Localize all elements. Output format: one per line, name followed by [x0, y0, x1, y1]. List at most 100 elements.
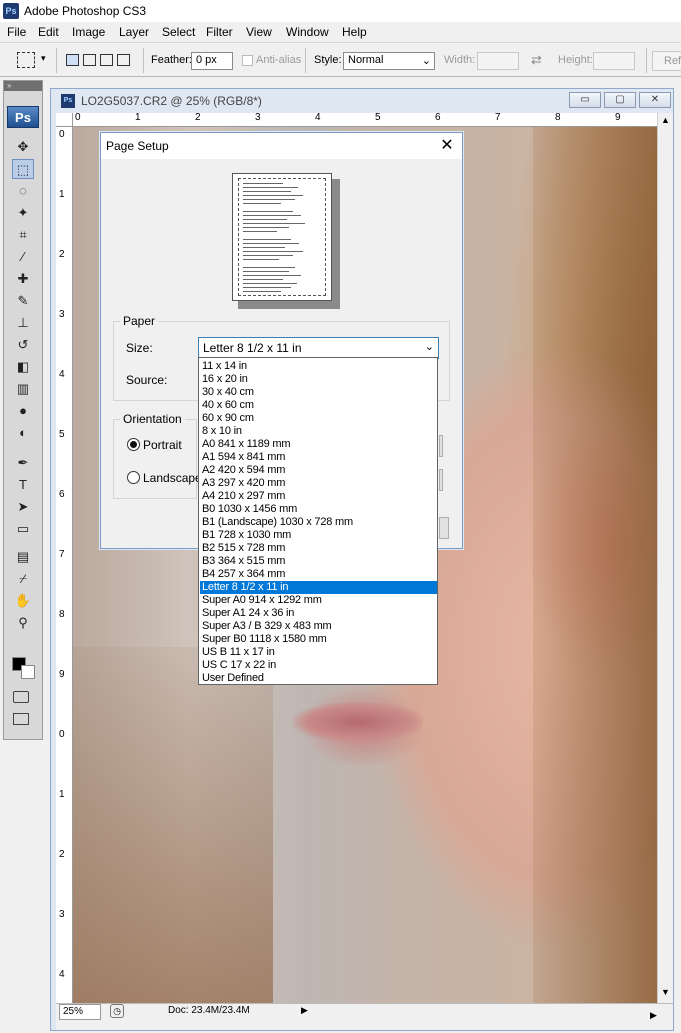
menu-layer[interactable]: Layer	[119, 25, 149, 39]
size-option[interactable]: B2 515 x 728 mm	[200, 542, 437, 555]
marquee-tool-icon[interactable]: ⬚	[12, 159, 34, 179]
height-input[interactable]	[593, 52, 635, 70]
preview-text-line	[243, 291, 281, 292]
blur-tool-icon[interactable]: ●	[12, 401, 34, 421]
magic-wand-tool-icon[interactable]: ✦	[12, 203, 34, 223]
quick-mask-icon[interactable]	[13, 691, 29, 703]
portrait-radio[interactable]	[127, 438, 140, 451]
size-option[interactable]: 8 x 10 in	[200, 425, 437, 438]
size-option[interactable]: A0 841 x 1189 mm	[200, 438, 437, 451]
size-dropdown-list[interactable]: 11 x 14 in 16 x 20 in 30 x 40 cm 40 x 60 cm…	[198, 357, 438, 685]
maximize-button[interactable]: ▢	[604, 92, 636, 108]
screen-mode-icon[interactable]	[13, 713, 29, 725]
status-arrow-icon[interactable]: ▶	[301, 1005, 308, 1016]
size-option[interactable]: Super A0 914 x 1292 mm	[200, 594, 437, 607]
size-option[interactable]: Super B0 1118 x 1580 mm	[200, 633, 437, 646]
size-option[interactable]: Super A1 24 x 36 in	[200, 607, 437, 620]
refine-edge-button[interactable]: Refi	[652, 51, 681, 71]
menu-help[interactable]: Help	[342, 25, 367, 39]
menu-filter[interactable]: Filter	[206, 25, 233, 39]
antialias-label: Anti-alias	[256, 54, 302, 66]
zoom-tool-icon[interactable]: ⚲	[12, 613, 34, 633]
crop-tool-icon[interactable]: ⌗	[12, 225, 34, 245]
size-option[interactable]: A2 420 x 594 mm	[200, 464, 437, 477]
size-option[interactable]: 30 x 40 cm	[200, 386, 437, 399]
minimize-button[interactable]: ▭	[569, 92, 601, 108]
size-option[interactable]: 16 x 20 in	[200, 373, 437, 386]
menu-window[interactable]: Window	[286, 25, 329, 39]
menu-file[interactable]: File	[7, 25, 26, 39]
size-option[interactable]: A4 210 x 297 mm	[200, 490, 437, 503]
size-option[interactable]: B3 364 x 515 mm	[200, 555, 437, 568]
move-tool-icon[interactable]: ✥	[12, 137, 34, 157]
add-selection-icon[interactable]	[83, 54, 96, 66]
document-icon: Ps	[61, 94, 75, 108]
menu-edit[interactable]: Edit	[38, 25, 59, 39]
size-option[interactable]: A3 297 x 420 mm	[200, 477, 437, 490]
size-option[interactable]: US C 17 x 22 in	[200, 659, 437, 672]
ruler-label: 6	[435, 113, 441, 123]
path-selection-tool-icon[interactable]: ➤	[12, 497, 34, 517]
size-option[interactable]: 11 x 14 in	[200, 360, 437, 373]
size-option[interactable]: Letter 8 1/2 x 11 in	[200, 581, 437, 594]
size-option[interactable]: B4 257 x 364 mm	[200, 568, 437, 581]
type-tool-icon[interactable]: T	[12, 475, 34, 495]
size-option[interactable]: B1 728 x 1030 mm	[200, 529, 437, 542]
gradient-tool-icon[interactable]: ▥	[12, 379, 34, 399]
history-brush-tool-icon[interactable]: ↺	[12, 335, 34, 355]
new-selection-icon[interactable]	[66, 54, 79, 66]
chevron-down-icon: ⌄	[421, 55, 431, 67]
dodge-tool-icon[interactable]: ◐	[12, 423, 34, 443]
eyedropper-tool-icon[interactable]: ⌿	[12, 569, 34, 589]
vertical-scrollbar[interactable]: ▲ ▼	[657, 113, 673, 1003]
horizontal-ruler[interactable]: 0 1 2 3 4 5 6 7 8 9	[73, 113, 657, 127]
marquee-preset-icon[interactable]	[17, 52, 35, 68]
scroll-up-icon[interactable]: ▲	[661, 115, 670, 125]
size-option[interactable]: US B 11 x 17 in	[200, 646, 437, 659]
chevron-down-icon[interactable]: ▾	[41, 53, 46, 64]
eraser-tool-icon[interactable]: ◧	[12, 357, 34, 377]
background-color-swatch[interactable]	[21, 665, 35, 679]
brush-tool-icon[interactable]: ✎	[12, 291, 34, 311]
width-input[interactable]	[477, 52, 519, 70]
size-option[interactable]: Super A3 / B 329 x 483 mm	[200, 620, 437, 633]
size-select[interactable]: Letter 8 1/2 x 11 in ⌄	[198, 337, 439, 359]
preview-text-line	[243, 219, 287, 220]
hand-tool-icon[interactable]: ✋	[12, 591, 34, 611]
shape-tool-icon[interactable]: ▭	[12, 519, 34, 539]
landscape-radio[interactable]	[127, 471, 140, 484]
menu-view[interactable]: View	[246, 25, 272, 39]
ok-button-edge[interactable]	[439, 517, 449, 539]
vertical-ruler[interactable]: 0 1 2 3 4 5 6 7 8 9 0 1 2 3 4	[56, 127, 73, 1003]
dialog-close-button[interactable]: ✕	[437, 136, 457, 156]
toolbox-collapse-icon[interactable]: »	[4, 81, 42, 91]
intersect-selection-icon[interactable]	[117, 54, 130, 66]
size-option[interactable]: B0 1030 x 1456 mm	[200, 503, 437, 516]
ruler-label: 9	[615, 113, 621, 123]
feather-input[interactable]: 0 px	[191, 52, 233, 70]
antialias-checkbox[interactable]	[242, 55, 253, 66]
zoom-level-input[interactable]: 25%	[59, 1004, 101, 1020]
pen-tool-icon[interactable]: ✒	[12, 453, 34, 473]
ruler-label: 9	[59, 669, 65, 680]
slice-tool-icon[interactable]: ⁄	[12, 247, 34, 267]
swap-arrows-icon[interactable]: ⇄	[531, 52, 542, 68]
preview-text-line	[243, 247, 285, 248]
size-option[interactable]: B1 (Landscape) 1030 x 728 mm	[200, 516, 437, 529]
menu-select[interactable]: Select	[162, 25, 195, 39]
healing-brush-tool-icon[interactable]: ✚	[12, 269, 34, 289]
clone-stamp-tool-icon[interactable]: ⊥	[12, 313, 34, 333]
scroll-down-icon[interactable]: ▼	[661, 987, 670, 997]
size-option[interactable]: User Defined	[200, 672, 437, 684]
menu-image[interactable]: Image	[72, 25, 105, 39]
ruler-label: 3	[59, 309, 65, 320]
notes-tool-icon[interactable]: ▤	[12, 547, 34, 567]
size-option[interactable]: 40 x 60 cm	[200, 399, 437, 412]
close-document-button[interactable]: ✕	[639, 92, 671, 108]
size-option[interactable]: A1 594 x 841 mm	[200, 451, 437, 464]
size-option[interactable]: 60 x 90 cm	[200, 412, 437, 425]
style-select[interactable]: Normal ⌄	[343, 52, 435, 70]
status-menu-icon[interactable]: ◷	[110, 1004, 124, 1018]
subtract-selection-icon[interactable]	[100, 54, 113, 66]
lasso-tool-icon[interactable]: ◌	[12, 181, 34, 201]
